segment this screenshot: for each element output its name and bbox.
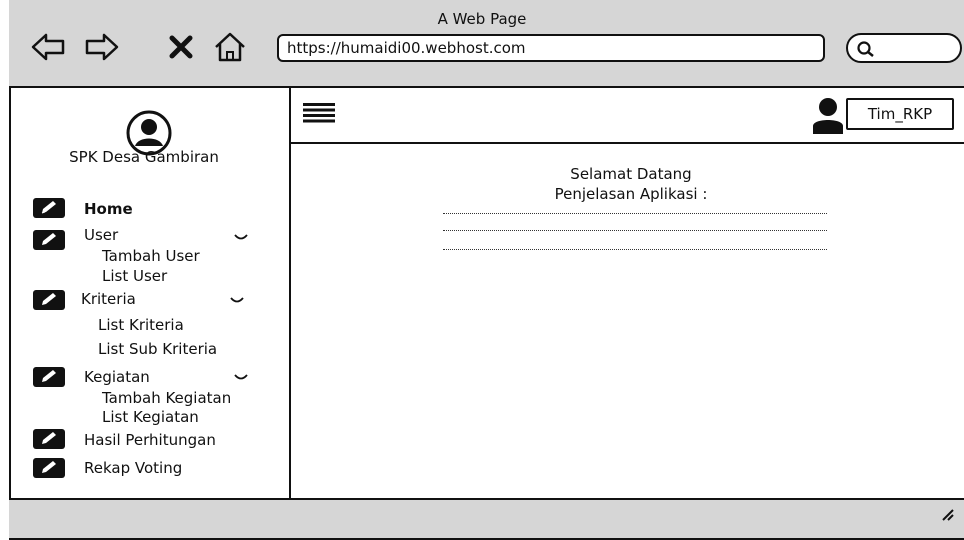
address-bar[interactable]: https://humaidi00.webhost.com [277, 34, 825, 62]
search-field[interactable] [846, 33, 962, 63]
description-line [443, 213, 827, 214]
sidebar-item-home[interactable]: Home [84, 200, 133, 218]
home-icon[interactable] [212, 30, 248, 64]
edit-icon [33, 290, 65, 310]
chevron-down-icon[interactable] [234, 234, 248, 242]
user-menu-button[interactable]: Tim_RKP [846, 98, 954, 130]
arrow-left-icon[interactable] [30, 30, 66, 64]
user-icon [813, 98, 843, 134]
top-navbar: Tim_RKP [291, 88, 964, 144]
welcome-title: Selamat Datang [570, 165, 692, 183]
sidebar-item-kegiatan[interactable]: Kegiatan [84, 368, 150, 386]
sidebar-brand: SPK Desa Gambiran [69, 148, 219, 166]
edit-icon [33, 367, 65, 387]
search-icon [857, 41, 874, 57]
sidebar-subitem-list-kegiatan[interactable]: List Kegiatan [102, 408, 199, 426]
x-icon[interactable] [168, 30, 194, 64]
sidebar-subitem-list-user[interactable]: List User [102, 267, 167, 285]
sidebar-item-rekap-voting[interactable]: Rekap Voting [84, 459, 182, 477]
sidebar-item-hasil-perhitungan[interactable]: Hasil Perhitungan [84, 431, 216, 449]
edit-icon [33, 458, 65, 478]
welcome-text: Selamat Datang Penjelasan Aplikasi : [481, 164, 781, 204]
description-line [443, 230, 827, 231]
sidebar-subitem-list-kriteria[interactable]: List Kriteria [98, 316, 184, 334]
app-description-label: Penjelasan Aplikasi : [554, 185, 708, 203]
window-title: A Web Page [437, 10, 527, 28]
sidebar-subitem-tambah-kegiatan[interactable]: Tambah Kegiatan [102, 389, 231, 407]
hamburger-menu-icon[interactable] [303, 103, 335, 123]
sidebar-item-user[interactable]: User [84, 226, 118, 244]
resize-handle-icon[interactable] [941, 508, 955, 522]
chevron-down-icon[interactable] [230, 297, 244, 305]
status-bar [9, 498, 964, 538]
sidebar-subitem-tambah-user[interactable]: Tambah User [102, 247, 200, 265]
sidebar-item-kriteria[interactable]: Kriteria [81, 290, 136, 308]
arrow-right-icon[interactable] [84, 30, 120, 64]
main-content: Tim_RKP Selamat Datang Penjelasan Aplika… [291, 88, 964, 498]
description-line [443, 249, 827, 250]
sidebar-subitem-list-sub-kriteria[interactable]: List Sub Kriteria [98, 340, 217, 358]
chevron-down-icon[interactable] [234, 374, 248, 382]
edit-icon [33, 230, 65, 250]
edit-icon [33, 429, 65, 449]
edit-icon [33, 198, 65, 218]
